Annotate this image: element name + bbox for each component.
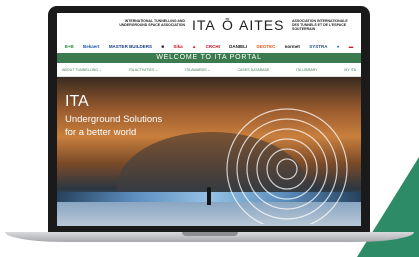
sponsor-logo[interactable]: ■ xyxy=(161,44,164,49)
site-header: INTERNATIONAL TUNNELLING AND UNDERGROUND… xyxy=(57,13,361,40)
hero-title: ITA xyxy=(65,93,89,110)
logo-ita[interactable]: ITA xyxy=(192,17,216,33)
sponsor-logo[interactable]: DANIELI xyxy=(229,44,247,49)
sponsor-logo[interactable]: Sika xyxy=(173,44,182,49)
nav-item-ita-activities[interactable]: ITA ACTIVITIES ⌄ xyxy=(129,68,159,72)
nav-item-ita-library[interactable]: ITA LIBRARY xyxy=(296,68,317,72)
sponsor-logo[interactable]: GEOTEC xyxy=(256,44,275,49)
hero-subtitle-line2: for a better world xyxy=(65,127,137,138)
nav-item-ita-awards[interactable]: ITA AWARDS ⌄ xyxy=(185,68,210,72)
sponsor-logo[interactable]: normet xyxy=(285,44,300,49)
sponsor-bar: B+B Bekaert MASTER BUILDERS ■ Sika ▲ CRC… xyxy=(57,40,361,53)
nav-item-my-ita[interactable]: MY ITA xyxy=(344,68,356,72)
sponsor-logo[interactable]: ● xyxy=(337,44,340,49)
welcome-banner: WELCOME TO ITA PORTAL xyxy=(57,53,361,63)
sponsor-logo[interactable]: SYSTRA xyxy=(309,44,327,49)
sponsor-logo[interactable]: MASTER BUILDERS xyxy=(109,44,152,49)
laptop-screen: INTERNATIONAL TUNNELLING AND UNDERGROUND… xyxy=(57,13,361,226)
hero-subtitle-line1: Underground Solutions xyxy=(65,114,163,125)
logo-separator: Ō xyxy=(222,17,233,33)
sponsor-logo[interactable]: ▬ xyxy=(349,44,354,49)
sponsor-logo[interactable]: Bekaert xyxy=(83,44,100,49)
header-left-text: INTERNATIONAL TUNNELLING AND UNDERGROUND… xyxy=(119,19,185,27)
person-silhouette xyxy=(207,187,211,205)
concentric-rings-graphic xyxy=(226,108,348,224)
sponsor-logo[interactable]: ▲ xyxy=(192,44,196,49)
nav-item-cases-database[interactable]: CASES DATABASE xyxy=(237,68,269,72)
sponsor-logo[interactable]: CRCHI xyxy=(206,44,220,49)
hero-banner: ITA Underground Solutions for a better w… xyxy=(57,77,361,226)
sponsor-logo[interactable]: B+B xyxy=(65,44,74,49)
laptop-notch xyxy=(182,232,238,236)
logo-aites[interactable]: AITES xyxy=(239,17,284,33)
nav-item-about-tunnelling[interactable]: ABOUT TUNNELLING ⌄ xyxy=(62,68,102,72)
main-nav: ABOUT TUNNELLING ⌄ ITA ACTIVITIES ⌄ ITA … xyxy=(57,63,361,77)
header-right-text: ASSOCIATION INTERNATIONALE DES TUNNELS E… xyxy=(292,19,348,31)
